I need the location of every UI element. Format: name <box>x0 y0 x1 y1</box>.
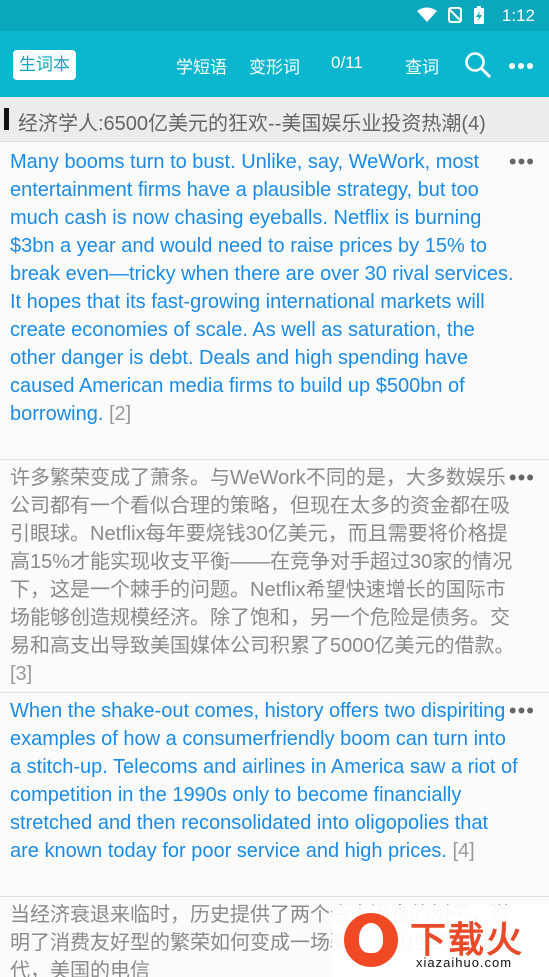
tab-word-forms[interactable]: 变形词 <box>249 53 300 78</box>
paragraph-english-1[interactable]: Many booms turn to bust. Unlike, say, We… <box>10 148 520 428</box>
more-icon[interactable] <box>508 62 534 70</box>
article-title-bar: 经济学人:6500亿美元的狂欢--美国娱乐业投资热潮(4) <box>0 97 549 142</box>
article-title: 经济学人:6500亿美元的狂欢--美国娱乐业投资热潮(4) <box>18 113 486 135</box>
divider <box>0 692 549 693</box>
paragraph-menu-icon[interactable]: ••• <box>509 149 535 175</box>
watermark-url: xiazaihuo.com <box>416 955 513 970</box>
paragraph-index: [3] <box>10 663 33 685</box>
paragraph-text: Many booms turn to bust. Unlike, say, We… <box>10 151 514 425</box>
title-accent-bar <box>4 108 9 130</box>
vocab-book-button[interactable]: 生词本 <box>13 50 76 80</box>
tab-lookup[interactable]: 查词 <box>405 53 439 78</box>
paragraph-index: [4] <box>452 840 475 862</box>
divider <box>0 896 549 897</box>
paragraph-menu-icon[interactable]: ••• <box>509 698 535 724</box>
status-icons <box>417 6 485 24</box>
battery-charging-icon <box>474 6 484 24</box>
paragraph-text: When the shake-out comes, history offers… <box>10 700 518 862</box>
divider <box>0 459 549 460</box>
watermark-logo-icon <box>344 913 398 967</box>
search-icon[interactable] <box>464 51 492 79</box>
progress-counter: 0/11 <box>331 53 363 72</box>
status-bar: 1:12 <box>0 0 549 31</box>
tab-phrases[interactable]: 学短语 <box>176 53 227 78</box>
paragraph-text: 许多繁荣变成了萧条。与WeWork不同的是，大多数娱乐公司都有一个看似合理的策略… <box>10 467 515 657</box>
paragraph-chinese-1[interactable]: 许多繁荣变成了萧条。与WeWork不同的是，大多数娱乐公司都有一个看似合理的策略… <box>10 464 520 688</box>
no-sim-icon <box>448 7 462 23</box>
paragraph-index: [2] <box>108 403 132 425</box>
paragraph-menu-icon[interactable]: ••• <box>509 465 535 491</box>
wifi-icon <box>417 7 437 22</box>
article-content: Many booms turn to bust. Unlike, say, We… <box>0 141 549 977</box>
watermark: 下载火 xiazaihuo.com <box>332 905 549 977</box>
app-toolbar: 生词本 学短语 变形词 0/11 查词 <box>0 31 549 97</box>
status-time: 1:12 <box>501 6 535 25</box>
paragraph-english-2[interactable]: When the shake-out comes, history offers… <box>10 697 520 865</box>
